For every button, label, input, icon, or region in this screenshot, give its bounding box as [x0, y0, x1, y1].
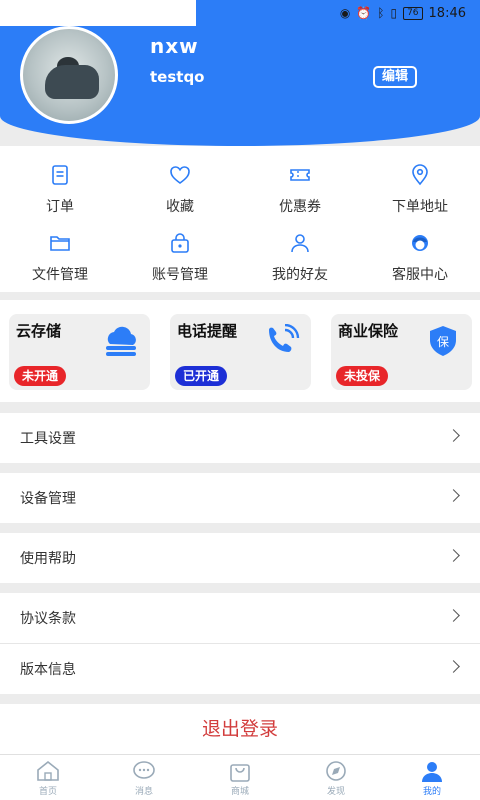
grid-item-files[interactable]: 文件管理: [0, 232, 120, 284]
nav-item-shop[interactable]: 商城: [192, 759, 288, 797]
grid-label: 客服中心: [392, 267, 448, 283]
customer-service-icon: [412, 235, 428, 251]
service-cards: 云存储 未开通 电话提醒 已开通 商业保险 保 未投保: [0, 300, 480, 402]
chevron-right-icon: [447, 660, 460, 673]
logout-button[interactable]: 退出登录: [0, 704, 480, 754]
grid-item-friends[interactable]: 我的好友: [240, 232, 360, 284]
menu-item-device-management[interactable]: 设备管理: [0, 473, 480, 523]
status-badge: 未开通: [14, 366, 67, 386]
status-bar-left: [0, 0, 196, 26]
home-icon: [37, 760, 59, 781]
chevron-right-icon: [447, 429, 460, 442]
grid-item-orders[interactable]: 订单: [0, 164, 120, 216]
svg-text:保: 保: [437, 335, 449, 349]
function-grid: 订单 收藏 优惠券 下单地址 文件管理 账号管理 我的好友 客服中心: [0, 146, 480, 292]
eye-icon: ◉: [339, 6, 351, 20]
nav-label: 消息: [134, 787, 153, 797]
edit-profile-button[interactable]: 编辑: [373, 66, 417, 88]
avatar[interactable]: [20, 26, 118, 124]
chevron-right-icon: [447, 489, 460, 502]
phone-icon: [269, 324, 300, 352]
battery-indicator: 76: [403, 6, 423, 20]
order-icon: [52, 165, 68, 185]
status-time: 18:46: [428, 5, 466, 21]
heart-icon: [170, 166, 190, 184]
menu-item-terms[interactable]: 协议条款: [0, 593, 480, 643]
nav-item-discover[interactable]: 发现: [288, 759, 384, 797]
grid-label: 账号管理: [152, 267, 208, 283]
cloud-storage-icon: [106, 326, 136, 356]
nav-label: 商城: [230, 787, 249, 797]
card-business-insurance[interactable]: 商业保险 保 未投保: [331, 314, 472, 390]
menu-item-label: 工具设置: [20, 431, 76, 447]
nav-label: 发现: [326, 787, 345, 797]
location-icon: [412, 164, 428, 186]
user-id: testqo: [150, 68, 205, 86]
grid-item-customer-service[interactable]: 客服中心: [360, 232, 480, 284]
bluetooth-icon: ᛒ: [377, 6, 385, 20]
card-title: 商业保险: [338, 322, 399, 340]
menu-item-label: 协议条款: [20, 611, 76, 627]
shop-bag-icon: [230, 764, 250, 782]
username: nxw: [150, 34, 199, 58]
menu-item-label: 使用帮助: [20, 551, 76, 567]
nav-item-home[interactable]: 首页: [0, 759, 96, 797]
menu-item-help[interactable]: 使用帮助: [0, 533, 480, 583]
shield-icon: 保: [430, 326, 456, 356]
chevron-right-icon: [447, 609, 460, 622]
status-badge: 已开通: [175, 366, 228, 386]
grid-item-address[interactable]: 下单地址: [360, 164, 480, 216]
grid-label: 文件管理: [32, 267, 88, 283]
grid-item-coupons[interactable]: 优惠券: [240, 164, 360, 216]
chevron-right-icon: [447, 549, 460, 562]
menu-item-label: 设备管理: [20, 491, 76, 507]
card-title: 云存储: [16, 322, 62, 340]
person-icon: [291, 234, 309, 253]
message-icon: [133, 761, 155, 779]
card-title: 电话提醒: [177, 322, 238, 340]
folder-icon: [50, 236, 70, 251]
grid-label: 收藏: [166, 199, 194, 215]
menu-item-label: 版本信息: [20, 662, 76, 678]
lock-bag-icon: [171, 233, 189, 253]
nav-item-messages[interactable]: 消息: [96, 759, 192, 797]
nav-label: 首页: [38, 787, 57, 797]
avatar-figure: [45, 65, 99, 99]
vibrate-icon: ▯: [390, 6, 398, 20]
coupon-icon: [290, 169, 310, 181]
status-badge: 未投保: [336, 366, 389, 386]
grid-item-account[interactable]: 账号管理: [120, 232, 240, 284]
grid-label: 我的好友: [272, 267, 328, 283]
grid-item-favorites[interactable]: 收藏: [120, 164, 240, 216]
menu-item-tool-settings[interactable]: 工具设置: [0, 413, 480, 463]
nav-item-profile[interactable]: 我的: [384, 759, 480, 797]
discover-icon: [326, 761, 346, 781]
card-cloud-storage[interactable]: 云存储 未开通: [9, 314, 150, 390]
menu-item-version-info[interactable]: 版本信息: [0, 644, 480, 694]
bottom-nav: 首页 消息 商城 发现 我的: [0, 754, 480, 800]
grid-label: 优惠券: [279, 199, 321, 215]
status-bar: ◉ ⏰ ᛒ ▯ 76 18:46: [340, 0, 480, 26]
grid-label: 订单: [46, 199, 74, 215]
grid-label: 下单地址: [392, 199, 448, 215]
alarm-icon: ⏰: [356, 6, 372, 20]
nav-label: 我的: [422, 787, 441, 797]
card-phone-reminder[interactable]: 电话提醒 已开通: [170, 314, 311, 390]
profile-icon: [422, 762, 442, 782]
